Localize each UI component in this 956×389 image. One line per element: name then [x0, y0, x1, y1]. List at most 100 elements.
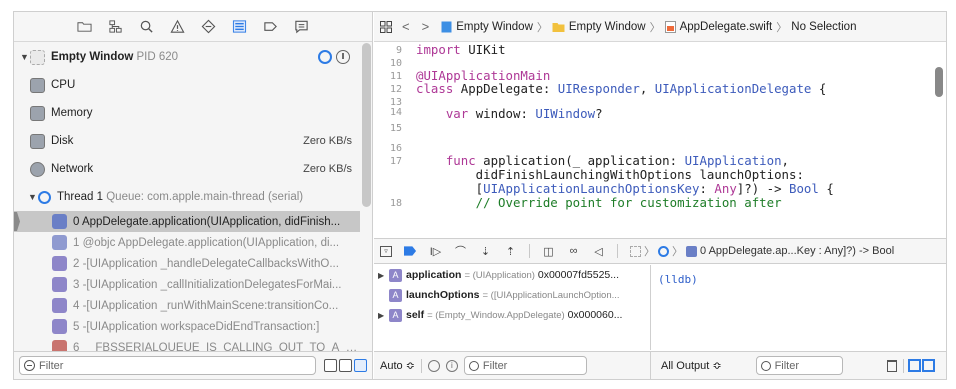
- code-area[interactable]: 9 import UIKit 10 11 @UIApplicationMain 12…: [374, 43, 932, 237]
- frame-label: 4 -[UIApplication _runWithMainScene:tran…: [73, 299, 339, 312]
- jumpbar-group[interactable]: Empty Window: [552, 21, 646, 33]
- user-frame-icon: [52, 235, 67, 250]
- pause-icon[interactable]: ‖: [336, 50, 350, 64]
- chevron-right-icon: 〉: [649, 21, 661, 34]
- jumpbar-project[interactable]: Empty Window: [441, 21, 533, 33]
- forward-arrow-icon[interactable]: >: [422, 19, 430, 34]
- stack-frame-row[interactable]: 5 -[UIApplication workspaceDidEndTransac…: [14, 316, 360, 337]
- jumpbar-file[interactable]: AppDelegate.swift: [664, 20, 772, 33]
- hide-debug-area-icon[interactable]: ▿: [380, 245, 392, 257]
- source-editor: < > Empty Window 〉 Empty Window 〉 AppDel…: [374, 12, 946, 237]
- gauge-row-cpu[interactable]: CPU: [14, 71, 360, 99]
- gauge-label: Memory: [51, 107, 93, 119]
- editor-scrollbar[interactable]: [935, 67, 943, 97]
- stack-frame-row[interactable]: 4 -[UIApplication _runWithMainScene:tran…: [14, 295, 360, 316]
- frame-label: 3 -[UIApplication _callInitializationDel…: [73, 278, 342, 291]
- info-icon[interactable]: i: [445, 359, 458, 372]
- folder-icon[interactable]: [77, 19, 93, 35]
- filter-by-frames-icon[interactable]: [354, 359, 367, 372]
- quick-look-icon[interactable]: [427, 359, 440, 372]
- stack-frame-row[interactable]: 1 @objc AppDelegate.application(UIApplic…: [14, 232, 360, 253]
- argument-icon: A: [389, 288, 402, 302]
- variables-view[interactable]: ▶ A application = (UIApplication) 0x0000…: [374, 265, 651, 350]
- variable-row[interactable]: A launchOptions = ([UIApplicationLaunchO…: [374, 285, 650, 305]
- process-status-icon[interactable]: [318, 50, 332, 64]
- step-into-icon[interactable]: ⇣: [479, 245, 492, 258]
- framework-frame-icon: [52, 319, 67, 334]
- gauge-row-disk[interactable]: Disk Zero KB/s: [14, 127, 360, 155]
- line-number: 17: [389, 156, 402, 167]
- back-arrow-icon[interactable]: <: [402, 19, 410, 34]
- code-line: 14 var window: UIWindow?: [374, 107, 932, 128]
- message-icon[interactable]: [294, 19, 310, 35]
- chevron-right-icon: 〉: [776, 21, 788, 34]
- variable-row[interactable]: ▶ A application = (UIApplication) 0x0000…: [374, 265, 650, 285]
- hierarchy-icon[interactable]: [108, 19, 124, 35]
- disclosure-triangle-icon[interactable]: ▼: [28, 192, 38, 202]
- debug-navigator: ▼ Empty Window PID 620 ‖ CPU Memory Disk…: [14, 12, 373, 379]
- jumpbar-symbol[interactable]: No Selection: [791, 21, 856, 33]
- gauge-row-memory[interactable]: Memory: [14, 99, 360, 127]
- thread-icon: [38, 190, 51, 204]
- step-over-icon[interactable]: ⌒: [454, 245, 467, 258]
- debug-breadcrumb[interactable]: 〉 〉 0 AppDelegate.ap...Key : Any]?) -> B…: [630, 243, 894, 259]
- variable-value: 0x000060...: [567, 309, 623, 321]
- variable-row[interactable]: ▶ A self = (Empty_Window.AppDelegate) 0x…: [374, 305, 650, 325]
- continue-icon[interactable]: I▷: [429, 245, 442, 258]
- jumpbar-project-label: Empty Window: [456, 20, 533, 33]
- location-icon[interactable]: ◁: [592, 245, 605, 258]
- search-icon[interactable]: [139, 19, 155, 35]
- list-icon[interactable]: [232, 19, 248, 35]
- disclosure-triangle-icon[interactable]: ▼: [20, 52, 30, 62]
- console-filter-input[interactable]: Filter: [755, 356, 843, 375]
- disclosure-triangle-icon[interactable]: ▶: [378, 311, 387, 320]
- code-text: class AppDelegate: UIResponder, UIApplic…: [416, 81, 827, 96]
- gauge-label: Network: [51, 163, 94, 175]
- frame-breadcrumb-icon: [686, 245, 697, 257]
- frame-label: 1 @objc AppDelegate.application(UIApplic…: [73, 236, 340, 249]
- memory-graph-icon[interactable]: ∞: [567, 245, 580, 258]
- navigator-filter-input[interactable]: Filter: [19, 356, 316, 375]
- variables-filter-input[interactable]: Filter: [463, 356, 587, 375]
- thread-row[interactable]: ▼ Thread 1 Queue: com.apple.main-thread …: [14, 183, 360, 211]
- network-gauge-icon: [30, 161, 45, 177]
- trash-icon[interactable]: [886, 359, 897, 372]
- tag-icon[interactable]: [263, 19, 279, 35]
- framework-frame-icon: [52, 256, 67, 271]
- jumpbar-symbol-label: No Selection: [791, 20, 857, 33]
- warning-icon[interactable]: [170, 19, 186, 35]
- memory-gauge-icon: [30, 105, 45, 121]
- filter-placeholder: Filter: [39, 359, 64, 372]
- filter-by-crashed-icon[interactable]: [339, 359, 352, 372]
- jumpbar-group-label: Empty Window: [568, 20, 646, 33]
- stack-frame-row[interactable]: 3 -[UIApplication _callInitializationDel…: [14, 274, 360, 295]
- toolbar-divider: [420, 358, 422, 373]
- breakpoints-toggle-icon[interactable]: [404, 245, 417, 258]
- code-text: import UIKit: [416, 43, 506, 57]
- process-view-icon[interactable]: [324, 359, 337, 372]
- disclosure-triangle-icon[interactable]: ▶: [378, 271, 387, 280]
- gauge-label: Disk: [51, 135, 74, 147]
- jump-bar: < > Empty Window 〉 Empty Window 〉 AppDel…: [374, 12, 946, 42]
- view-hierarchy-icon[interactable]: ◫: [542, 245, 555, 258]
- navigator-toolbar: [14, 12, 372, 42]
- console-output[interactable]: (lldb): [652, 265, 946, 350]
- process-row[interactable]: ▼ Empty Window PID 620 ‖: [14, 43, 360, 71]
- variable-name: launchOptions: [406, 289, 480, 301]
- step-out-icon[interactable]: ⇡: [504, 245, 517, 258]
- scope-selector[interactable]: Auto ≎: [380, 359, 415, 372]
- show-variables-icon[interactable]: [907, 359, 921, 372]
- stack-frame-row[interactable]: 2 -[UIApplication _handleDelegateCallbac…: [14, 253, 360, 274]
- framework-frame-icon: [52, 277, 67, 292]
- gauge-row-network[interactable]: Network Zero KB/s: [14, 155, 360, 183]
- related-items-icon[interactable]: [380, 20, 392, 33]
- project-icon: [441, 21, 452, 32]
- output-selector[interactable]: All Output ≎: [661, 359, 722, 372]
- navigator-scrollbar[interactable]: [362, 43, 371, 207]
- filter-icon: [760, 360, 771, 371]
- chevron-right-icon: 〉: [644, 246, 655, 258]
- code-line: 17 func application(_ application: UIApp…: [374, 154, 932, 168]
- show-console-icon[interactable]: [921, 359, 935, 372]
- stack-frame-row[interactable]: 0 AppDelegate.application(UIApplication,…: [14, 211, 360, 232]
- diamond-icon[interactable]: [201, 19, 217, 35]
